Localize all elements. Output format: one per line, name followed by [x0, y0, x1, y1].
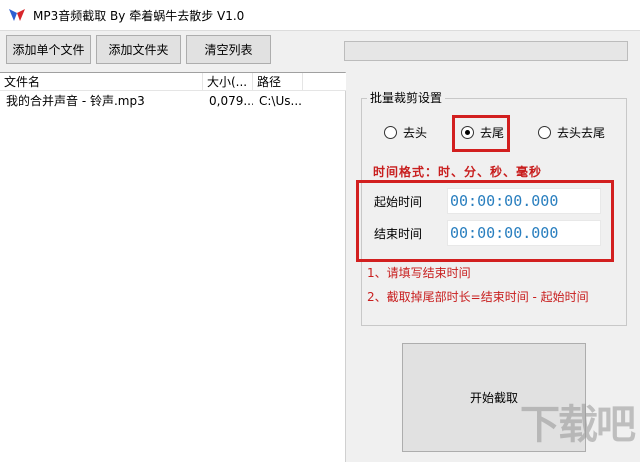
- column-header-path[interactable]: 路径: [253, 73, 303, 91]
- list-item[interactable]: 我的合并声音 - 铃声.mp3 0,079... C:\Us...: [0, 92, 346, 110]
- file-name-cell: 我的合并声音 - 铃声.mp3: [6, 94, 145, 108]
- title-bar: MP3音频截取 By 牵着蜗牛去散步 V1.0: [0, 0, 640, 31]
- file-list[interactable]: 文件名 大小(... 路径 我的合并声音 - 铃声.mp3 0,079... C…: [0, 72, 346, 462]
- radio-circle-icon: [538, 125, 551, 139]
- radio-label: 去头去尾: [557, 125, 606, 140]
- list-header: 文件名 大小(... 路径: [0, 73, 346, 91]
- note-2: 2、截取掉尾部时长=结束时间 - 起始时间: [367, 290, 589, 304]
- highlight-box-times: [356, 180, 614, 262]
- radio-label: 去头: [403, 125, 428, 140]
- note-1: 1、请填写结束时间: [367, 266, 471, 280]
- radio-cut-head[interactable]: 去头: [384, 124, 427, 140]
- app-icon: [9, 9, 25, 21]
- add-file-button[interactable]: 添加单个文件: [6, 35, 91, 64]
- file-size-cell: 0,079...: [209, 94, 253, 108]
- file-path-cell: C:\Us...: [259, 94, 302, 108]
- column-header-size[interactable]: 大小(...: [203, 73, 253, 91]
- progress-bar: [344, 41, 628, 61]
- column-header-filename[interactable]: 文件名: [0, 73, 203, 91]
- highlight-box-option: [452, 115, 510, 152]
- radio-cut-both[interactable]: 去头去尾: [538, 124, 605, 140]
- window-title: MP3音频截取 By 牵着蜗牛去散步 V1.0: [33, 9, 245, 23]
- radio-circle-icon: [384, 125, 397, 139]
- clear-list-button[interactable]: 清空列表: [186, 35, 271, 64]
- watermark: 下载吧: [520, 402, 636, 448]
- time-format-hint: 时间格式：时、分、秒、毫秒: [373, 165, 543, 179]
- group-title: 批量裁剪设置: [367, 89, 446, 106]
- add-folder-button[interactable]: 添加文件夹: [96, 35, 181, 64]
